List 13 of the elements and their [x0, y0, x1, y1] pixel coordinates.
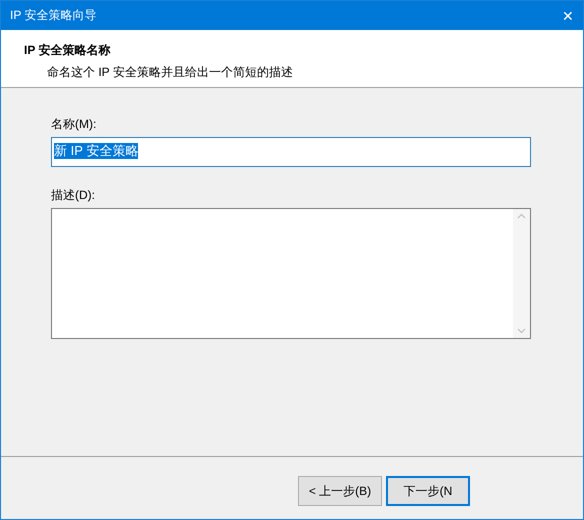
scroll-down-icon[interactable]	[517, 328, 526, 334]
page-subtitle: 命名这个 IP 安全策略并且给出一个简短的描述	[46, 64, 294, 81]
next-button[interactable]: 下一步(N	[386, 476, 470, 506]
close-button[interactable]: ✕	[553, 1, 583, 30]
scrollbar[interactable]	[513, 209, 530, 338]
description-field[interactable]	[51, 208, 531, 339]
name-field[interactable]: 新 IP 安全策略	[51, 137, 531, 167]
page-title: IP 安全策略名称	[24, 42, 112, 59]
scroll-up-icon[interactable]	[517, 213, 526, 219]
back-button[interactable]: < 上一步(B)	[298, 476, 382, 506]
field-label: 名称(M):	[51, 116, 96, 133]
window-title: IP 安全策略向导	[10, 7, 96, 24]
field-label: 描述(D):	[51, 187, 95, 204]
